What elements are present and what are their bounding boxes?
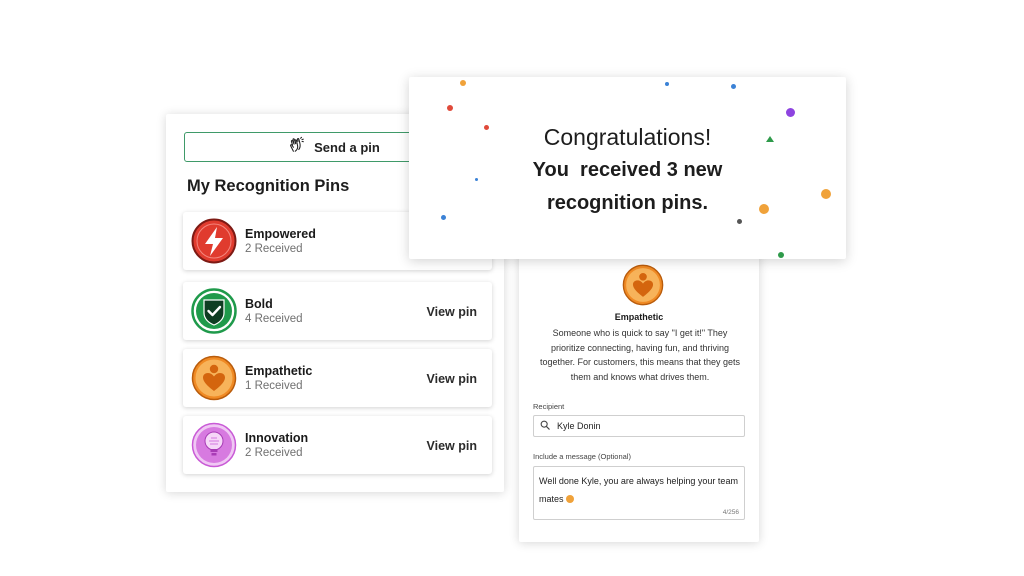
confetti-dot <box>441 215 446 220</box>
confetti-dot <box>447 105 453 111</box>
pin-name: Empathetic <box>245 364 313 378</box>
pin-name: Empathetic <box>614 312 664 322</box>
shield-check-icon <box>191 288 237 334</box>
recipient-input[interactable]: Kyle Donin <box>533 415 745 437</box>
pin-row-bold[interactable]: Bold 4 Received View pin <box>183 282 492 340</box>
congratulations-banner: Congratulations! You received 3 new reco… <box>409 77 846 259</box>
confetti-dot <box>460 80 466 86</box>
confetti-dot <box>778 252 784 258</box>
person-heart-icon <box>622 264 664 306</box>
person-heart-icon <box>191 355 237 401</box>
view-pin-link[interactable]: View pin <box>427 372 477 386</box>
pin-name: Innovation <box>245 431 309 445</box>
congratulations-message: You received 3 new <box>532 159 723 181</box>
message-label: Include a message (Optional) <box>533 452 631 461</box>
confetti-dot <box>665 82 669 86</box>
confetti-dot <box>731 84 736 89</box>
pin-description: Someone who is quick to say "I get it!" … <box>539 328 741 382</box>
pin-count: 1 Received <box>245 380 303 392</box>
clapping-hands-icon <box>288 136 306 159</box>
pin-name: Bold <box>245 297 273 311</box>
character-count: 4/256 <box>722 509 739 516</box>
pin-count: 2 Received <box>245 243 303 255</box>
confetti-dot <box>786 108 795 117</box>
send-pin-form: Empathetic Someone who is quick to say "… <box>519 242 759 542</box>
smiley-emoji-icon <box>565 495 574 503</box>
search-icon <box>540 417 550 435</box>
view-pin-link[interactable]: View pin <box>427 305 477 319</box>
recipient-value: Kyle Donin <box>557 421 601 431</box>
congratulations-message-line2: recognition pins. <box>546 192 709 214</box>
page-title: My Recognition Pins <box>187 177 350 195</box>
pin-row-innovation[interactable]: Innovation 2 Received View pin <box>183 416 492 474</box>
message-textarea[interactable]: Well done Kyle, you are always helping y… <box>533 466 745 520</box>
pin-name: Empowered <box>245 227 316 241</box>
lightning-bolt-icon <box>191 218 237 264</box>
pin-row-empathetic[interactable]: Empathetic 1 Received View pin <box>183 349 492 407</box>
confetti-dot <box>737 219 742 224</box>
recipient-label: Recipient <box>533 402 565 411</box>
pin-count: 4 Received <box>245 313 303 325</box>
congratulations-title: Congratulations! <box>543 124 712 150</box>
send-pin-label: Send a pin <box>314 139 380 155</box>
view-pin-link[interactable]: View pin <box>427 439 477 453</box>
lightbulb-icon <box>191 422 237 468</box>
pin-count: 2 Received <box>245 447 303 459</box>
